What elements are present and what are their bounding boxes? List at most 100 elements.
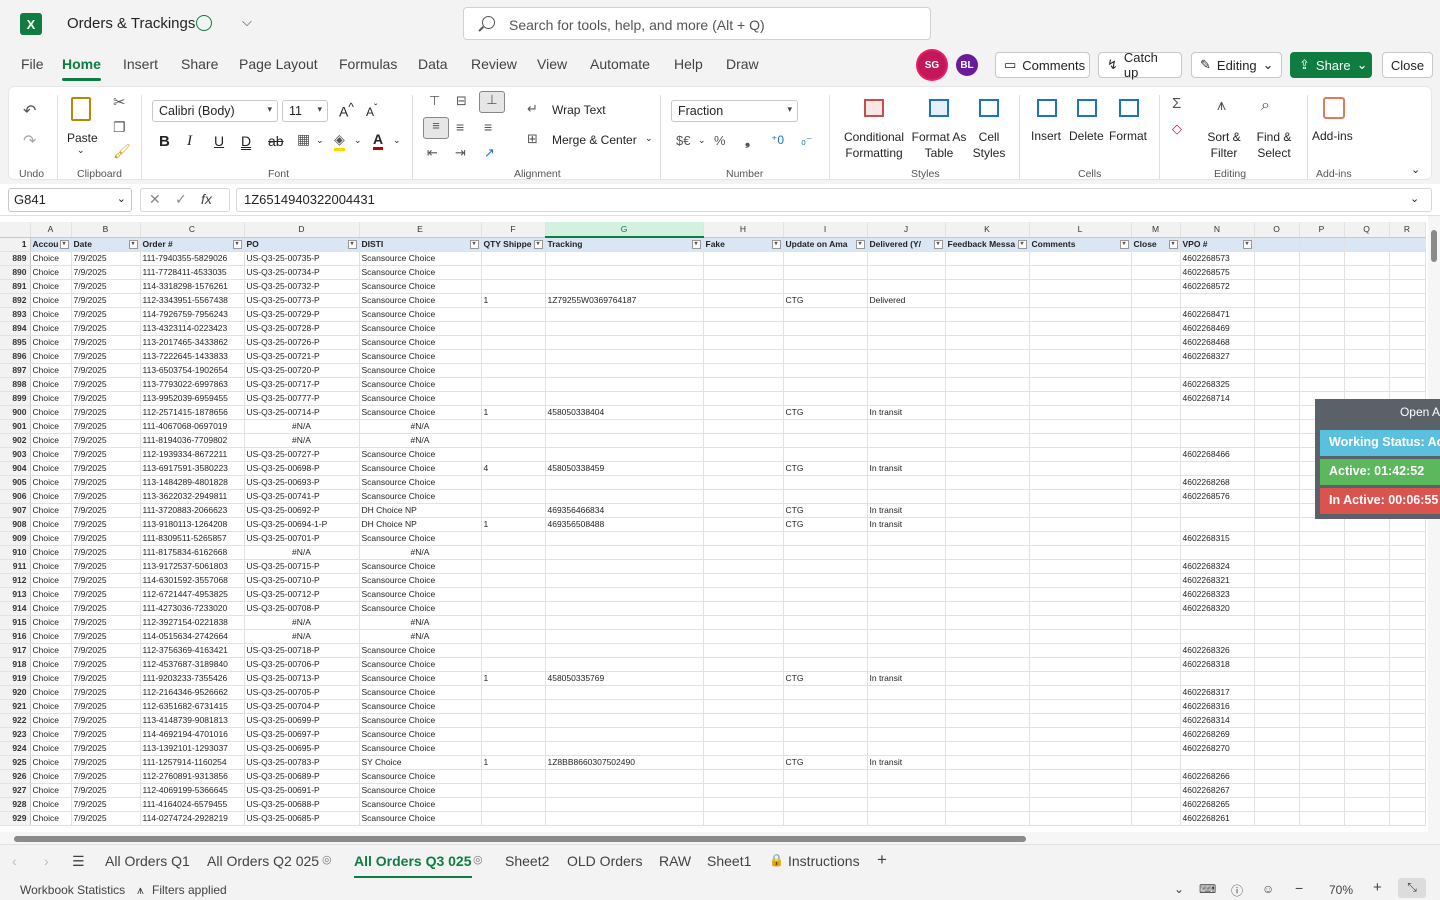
cell[interactable] [1344, 545, 1390, 560]
cell[interactable]: Scansource Choice [359, 587, 482, 602]
cell[interactable] [783, 391, 868, 406]
cell[interactable]: #N/A [244, 433, 360, 448]
cell[interactable] [1180, 461, 1255, 476]
cell[interactable]: 4 [481, 461, 546, 476]
cell[interactable] [545, 433, 704, 448]
cell[interactable]: Choice [30, 419, 72, 434]
filter-dropdown-icon[interactable]: ▾ [1119, 239, 1129, 249]
cell[interactable] [1131, 573, 1181, 588]
cell[interactable]: 4602268327 [1180, 349, 1255, 364]
cell[interactable]: Scansource Choice [359, 447, 482, 462]
cell[interactable] [945, 377, 1030, 392]
cell[interactable] [545, 643, 704, 658]
cell[interactable]: US-Q3-25-00741-P [244, 489, 360, 504]
cell[interactable] [867, 531, 946, 546]
cell[interactable]: 7/9/2025 [71, 811, 141, 826]
cell[interactable]: #N/A [359, 545, 482, 560]
cell[interactable]: US-Q3-25-00688-P [244, 797, 360, 812]
cell[interactable]: US-Q3-25-00699-P [244, 713, 360, 728]
cell[interactable] [783, 741, 868, 756]
cell[interactable] [1029, 405, 1132, 420]
column-header-h[interactable]: H [703, 222, 784, 238]
bold-icon[interactable]: B [159, 133, 170, 150]
cell[interactable]: Choice [30, 811, 72, 826]
cell[interactable] [1344, 797, 1390, 812]
column-title-cell[interactable] [1389, 237, 1426, 252]
add-sheet-icon[interactable]: + [877, 850, 887, 870]
cell[interactable] [545, 615, 704, 630]
align-top-icon[interactable]: ⊤ [429, 93, 440, 109]
row-header[interactable]: 891 [0, 279, 31, 294]
cell[interactable] [783, 657, 868, 672]
menu-draw[interactable]: Draw [726, 56, 759, 72]
cell[interactable] [867, 797, 946, 812]
cell[interactable] [1254, 727, 1300, 742]
cell[interactable] [1299, 307, 1345, 322]
cell[interactable]: 4602268315 [1180, 531, 1255, 546]
cell[interactable] [1029, 293, 1132, 308]
cell[interactable] [1029, 391, 1132, 406]
cell[interactable] [1180, 671, 1255, 686]
format-cells-button[interactable]: Format [1109, 129, 1147, 143]
cell[interactable]: 112-6721447-4953825 [140, 587, 245, 602]
cell[interactable] [783, 531, 868, 546]
cell[interactable] [783, 419, 868, 434]
cell[interactable] [1254, 447, 1300, 462]
cell[interactable]: 7/9/2025 [71, 755, 141, 770]
cell[interactable]: Choice [30, 531, 72, 546]
cell[interactable]: US-Q3-25-00777-P [244, 391, 360, 406]
filter-dropdown-icon[interactable]: ▾ [232, 239, 242, 249]
cell[interactable]: US-Q3-25-00726-P [244, 335, 360, 350]
cell[interactable] [545, 545, 704, 560]
row-header[interactable]: 905 [0, 475, 31, 490]
cell[interactable]: US-Q3-25-00694-1-P [244, 517, 360, 532]
column-title-cell[interactable]: DISTI ▾ [359, 237, 482, 252]
cell[interactable] [1029, 657, 1132, 672]
cell[interactable] [1180, 433, 1255, 448]
cell[interactable]: US-Q3-25-00693-P [244, 475, 360, 490]
underline-icon[interactable]: U [214, 133, 224, 149]
cell[interactable] [1389, 531, 1426, 546]
cell[interactable]: 113-1484289-4801828 [140, 475, 245, 490]
row-header[interactable]: 908 [0, 517, 31, 532]
row-header[interactable]: 890 [0, 265, 31, 280]
percent-icon[interactable]: % [714, 133, 726, 148]
cell[interactable] [945, 475, 1030, 490]
avatar-sg[interactable]: SG [918, 51, 946, 79]
cell[interactable] [1180, 363, 1255, 378]
sheet-tab-old-orders[interactable]: OLD Orders [567, 853, 642, 869]
sheet-tab-all-orders-q3[interactable]: All Orders Q3 025 [354, 853, 472, 879]
zoom-level[interactable]: 70% [1329, 883, 1353, 897]
cell[interactable] [545, 783, 704, 798]
column-title-cell[interactable]: Fake ▾ [703, 237, 784, 252]
cell[interactable] [1299, 559, 1345, 574]
cell[interactable] [1344, 699, 1390, 714]
catch-up-button[interactable]: ↯ Catch up [1098, 50, 1182, 80]
cell[interactable]: #N/A [244, 545, 360, 560]
cell[interactable] [1299, 377, 1345, 392]
cell[interactable] [783, 615, 868, 630]
cell[interactable] [1131, 363, 1181, 378]
cell[interactable]: 1 [481, 517, 546, 532]
cell[interactable]: 113-6503754-1902654 [140, 363, 245, 378]
cell[interactable] [1389, 377, 1426, 392]
editing-mode-button[interactable]: ✎ Editing ⌄ [1191, 52, 1282, 78]
cell[interactable] [783, 783, 868, 798]
cell[interactable] [481, 321, 546, 336]
cell[interactable] [945, 783, 1030, 798]
cell[interactable]: US-Q3-25-00704-P [244, 699, 360, 714]
cell[interactable] [783, 811, 868, 826]
cell[interactable]: US-Q3-25-00689-P [244, 769, 360, 784]
cell[interactable] [867, 559, 946, 574]
cell[interactable] [945, 405, 1030, 420]
cell[interactable]: 111-3720883-2066623 [140, 503, 245, 518]
cell[interactable] [1131, 335, 1181, 350]
double-underline-icon[interactable]: D [241, 133, 251, 149]
cell[interactable]: Scansource Choice [359, 531, 482, 546]
fill-color-icon[interactable]: ◈ [334, 131, 345, 151]
sheet-tab-instructions[interactable]: Instructions [788, 853, 860, 869]
cell[interactable] [1254, 755, 1300, 770]
cell[interactable] [1389, 727, 1426, 742]
cell[interactable] [1389, 741, 1426, 756]
fit-to-window-icon[interactable]: ⤡ [1398, 878, 1426, 898]
